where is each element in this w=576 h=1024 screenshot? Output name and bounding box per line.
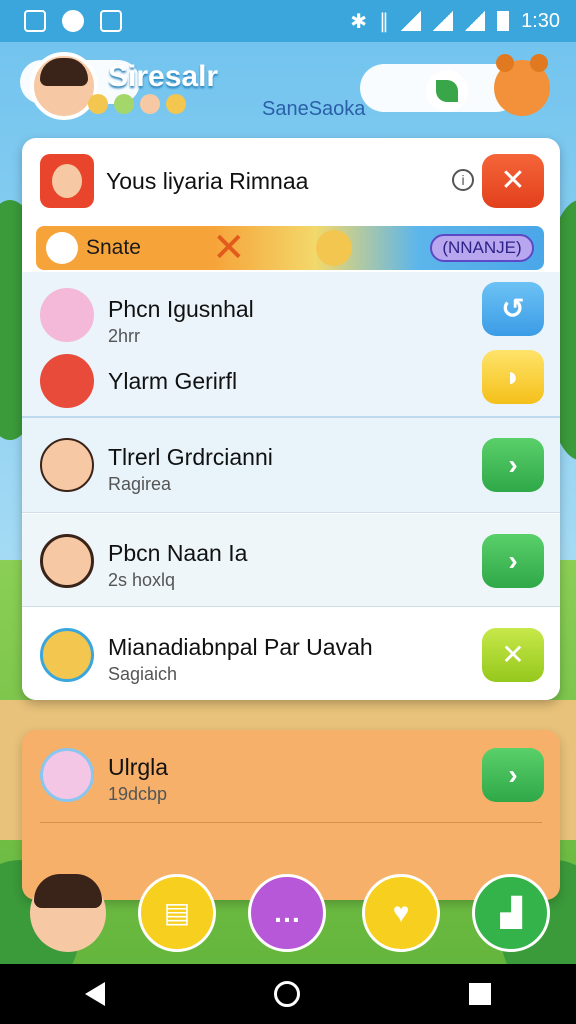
card-header: Yous liyaria Rimnaa i ✕ xyxy=(22,138,560,224)
chat-button[interactable]: ◗ xyxy=(482,350,544,404)
header-subtitle: SaneSaoka xyxy=(262,98,366,120)
list-item-name: Phcn Igusnhal xyxy=(108,296,254,322)
mascot-icon xyxy=(46,232,78,264)
home-button[interactable] xyxy=(273,981,300,1007)
avatar xyxy=(40,748,94,802)
list-item-sub: Sagiaich xyxy=(108,664,178,684)
character-avatar[interactable] xyxy=(30,874,106,952)
bottom-bar: ▤ … ♥ ▟ xyxy=(0,860,576,964)
info-icon[interactable]: i xyxy=(452,169,474,191)
list-item-sub: Ragirea xyxy=(108,474,172,494)
calendar-icon[interactable]: ▤ xyxy=(138,874,216,952)
mascot-icon xyxy=(316,230,352,266)
list-item-sub: 19dcbp xyxy=(108,784,168,804)
list-item: Tlrerl Grdrcianni Ragirea › xyxy=(22,418,560,513)
back-button[interactable] xyxy=(84,982,105,1006)
go-button[interactable]: › xyxy=(482,748,544,802)
coin-icon xyxy=(88,94,108,114)
face-icon xyxy=(140,94,160,114)
bear-avatar-button[interactable] xyxy=(494,54,550,116)
mini-icon-row xyxy=(88,94,186,114)
signal-icon xyxy=(433,11,454,31)
refresh-button[interactable]: ↺ xyxy=(482,282,544,336)
list-item-name: Pbcn Naan Ia xyxy=(108,540,248,566)
list-item: Phcn Igusnhal 2hrr ↺ Ylarm Gerirfl ◗ xyxy=(22,272,560,419)
leaf-icon xyxy=(114,94,134,114)
app-icon xyxy=(24,10,46,32)
banner-pill[interactable]: (NNANJE) xyxy=(430,234,534,262)
list-item-name: Ylarm Gerirfl xyxy=(108,368,238,394)
avatar xyxy=(40,534,94,588)
wifi-icon xyxy=(401,11,422,31)
avatar xyxy=(40,288,94,342)
navigation-bar xyxy=(0,964,576,1024)
main-card: Yous liyaria Rimnaa i ✕ Snate ✕ (NNANJE)… xyxy=(22,138,560,700)
status-bar: ✱ ∥ 1:30 xyxy=(0,0,576,42)
chat-icon[interactable]: … xyxy=(248,874,326,952)
banner-label: Snate xyxy=(86,236,141,259)
coin-icon xyxy=(166,94,186,114)
clock: 1:30 xyxy=(521,9,560,32)
list-item-sub: 2hrr xyxy=(108,326,141,346)
whatsapp-icon xyxy=(62,10,84,32)
character-icon xyxy=(40,154,94,208)
battery-icon xyxy=(497,11,510,31)
list-item: Mianadiabnpal Par Uavah Sagiaich ✕ xyxy=(22,608,560,700)
avatar xyxy=(40,438,94,492)
go-button[interactable]: › xyxy=(482,438,544,492)
go-button[interactable]: › xyxy=(482,534,544,588)
leaf-button[interactable] xyxy=(426,70,468,112)
divider xyxy=(40,822,542,823)
bluetooth-icon: ✱ xyxy=(350,10,368,33)
list-item: Pbcn Naan Ia 2s hoxlq › xyxy=(22,514,560,607)
avatar xyxy=(40,354,94,408)
list-item-name: Mianadiabnpal Par Uavah xyxy=(108,634,373,660)
signal-icon xyxy=(465,11,486,31)
vibrate-icon: ∥ xyxy=(379,10,390,33)
banner[interactable]: Snate ✕ (NNANJE) xyxy=(36,226,544,270)
heart-icon[interactable]: ♥ xyxy=(362,874,440,952)
close-button[interactable]: ✕ xyxy=(482,154,544,208)
dismiss-button[interactable]: ✕ xyxy=(482,628,544,682)
list-item-name: Tlrerl Grdrcianni xyxy=(108,444,273,470)
card-title: Yous liyaria Rimnaa xyxy=(106,168,309,194)
list-item-name: Ulrgla xyxy=(108,754,169,780)
puzzle-icon[interactable]: ▟ xyxy=(472,874,550,952)
app-title: Siresalr xyxy=(108,60,219,93)
recent-apps-button[interactable] xyxy=(469,983,492,1005)
list-item-sub: 2s hoxlq xyxy=(108,570,176,590)
sd-icon xyxy=(100,10,122,32)
avatar xyxy=(40,628,94,682)
x-decoration-icon: ✕ xyxy=(212,226,246,270)
